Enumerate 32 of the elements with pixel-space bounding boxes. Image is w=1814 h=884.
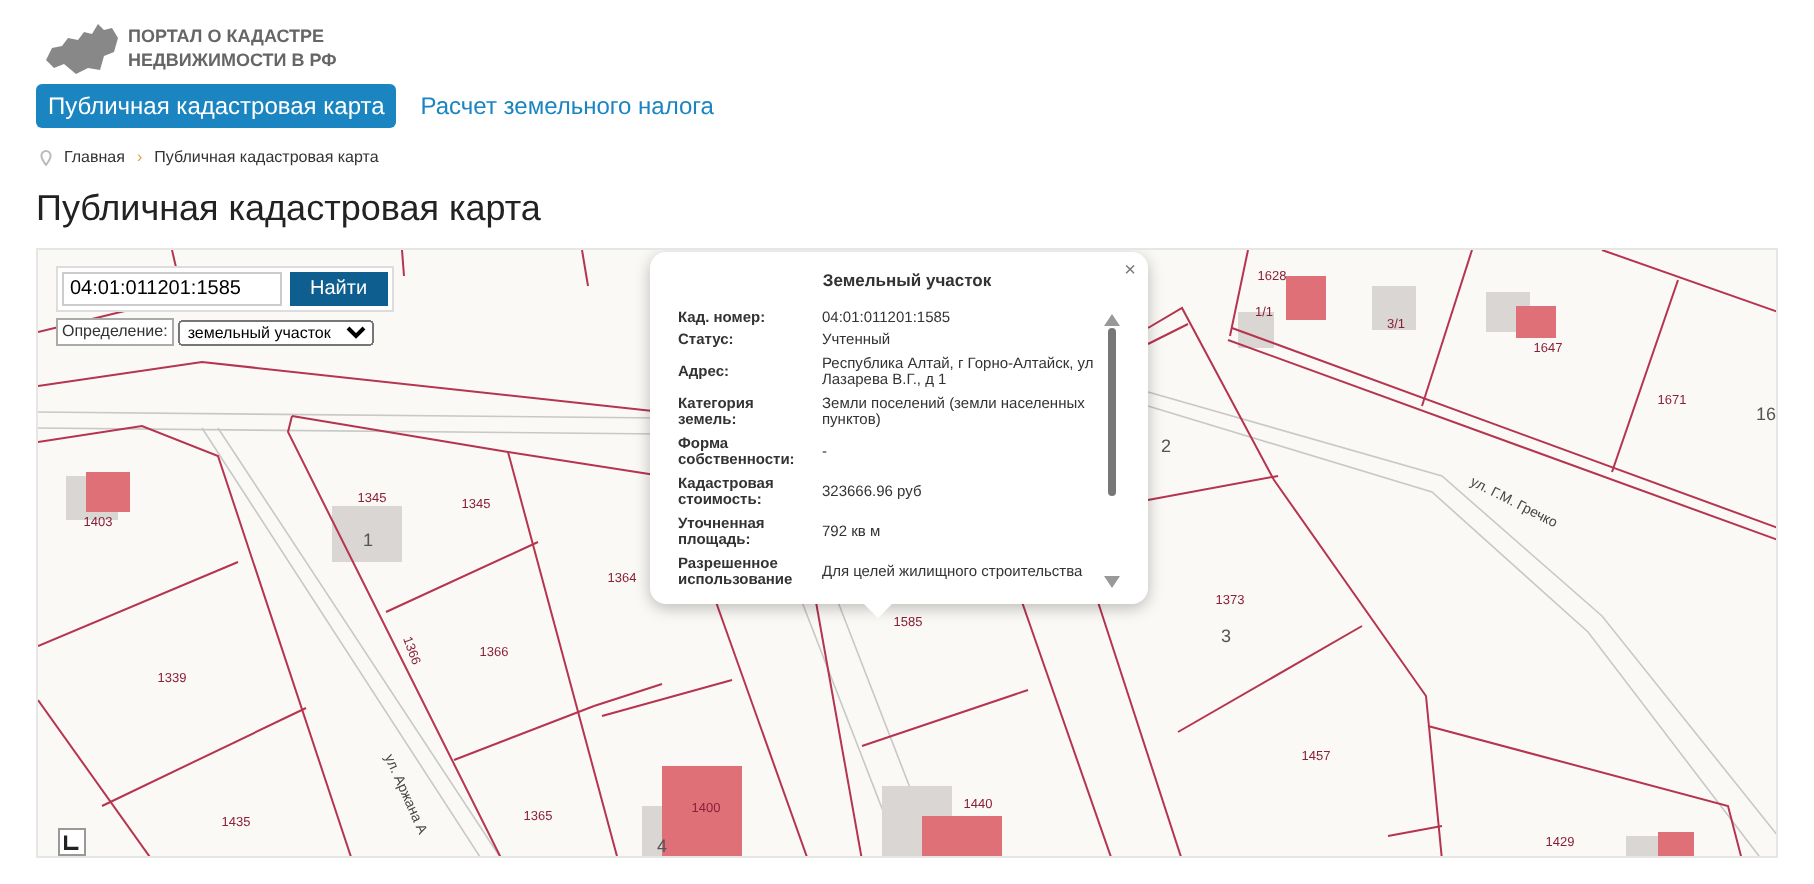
page-title: Публичная кадастровая карта: [34, 188, 543, 232]
location-pin-icon: [40, 150, 52, 166]
popup-title: Земельный участок: [820, 268, 994, 294]
parcel-number: 16: [1756, 404, 1776, 424]
cadastral-number-field[interactable]: 04:01:011201:1585: [62, 272, 282, 306]
building-footprint: [86, 472, 130, 512]
close-button[interactable]: ×: [1124, 256, 1136, 286]
find-button[interactable]: Найти: [290, 272, 388, 306]
russia-map-logo-icon: [44, 20, 120, 76]
breadcrumb-link[interactable]: Главная: [64, 146, 125, 170]
building-footprint: [1516, 306, 1556, 338]
parcel-number: 4: [657, 836, 667, 856]
parcel-number: 2: [1161, 436, 1171, 456]
logo-text: ПОРТАЛ О КАДАСТРЕ НЕДВИЖИМОСТИ В РФ: [128, 24, 337, 72]
building-footprint: [1372, 286, 1416, 330]
nav-tab[interactable]: Публичная кадастровая карта: [36, 84, 397, 128]
scroll-down-icon[interactable]: [1104, 576, 1120, 588]
building-footprint: [1286, 276, 1326, 320]
building-footprint: [332, 506, 402, 562]
parcel-number: 3: [1221, 626, 1231, 646]
breadcrumb-separator: ›: [136, 146, 143, 170]
parcel-number: 1: [363, 530, 373, 550]
frame-icon[interactable]: [58, 828, 86, 856]
building-footprint: [1626, 836, 1658, 856]
definition-label: Определение:: [56, 318, 174, 346]
definition-select[interactable]: земельный участок: [177, 319, 374, 345]
popup-pointer: [862, 602, 894, 618]
breadcrumb-current: Публичная кадастровая карта: [154, 146, 379, 170]
building-footprint: [1658, 832, 1694, 856]
scroll-up-icon[interactable]: [1104, 314, 1120, 327]
nav-tab[interactable]: Расчет земельного налога: [408, 84, 726, 128]
scrollbar-thumb[interactable]: [1108, 328, 1116, 496]
